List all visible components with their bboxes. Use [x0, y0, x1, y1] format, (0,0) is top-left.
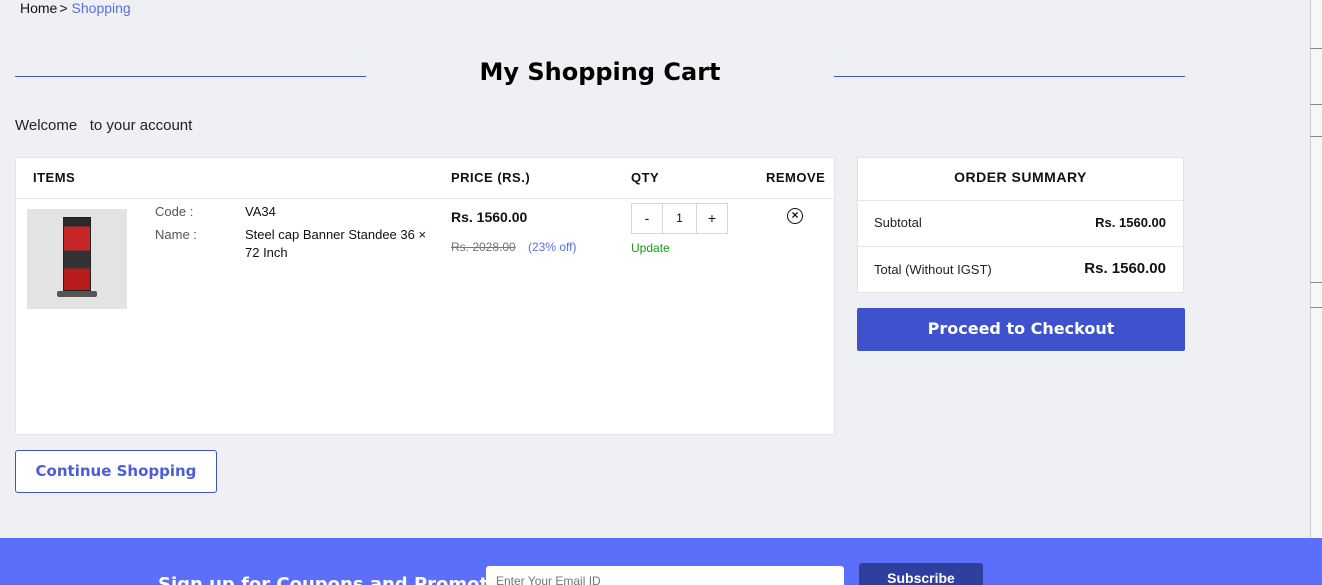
- qty-increment-button[interactable]: +: [697, 204, 727, 233]
- close-circle-icon[interactable]: ×: [787, 208, 803, 224]
- banner-standee-graphic: [63, 217, 91, 291]
- product-code: VA34: [245, 204, 276, 219]
- welcome-message: Welcome to your account: [15, 117, 193, 134]
- total-label: Total (Without IGST): [874, 262, 992, 277]
- subtotal-label: Subtotal: [874, 215, 922, 230]
- order-summary: ORDER SUMMARY Subtotal Rs. 1560.00 Total…: [857, 157, 1184, 293]
- breadcrumb-separator: >: [59, 0, 68, 16]
- total-value: Rs. 1560.00: [1084, 260, 1166, 277]
- breadcrumb-home[interactable]: Home: [20, 0, 57, 16]
- product-name[interactable]: Steel cap Banner Standee 36 × 72 Inch: [245, 226, 435, 262]
- page-title: My Shopping Cart: [479, 58, 721, 86]
- item-discount: (23% off): [528, 240, 577, 254]
- breadcrumb: Home > Shopping: [20, 0, 131, 16]
- title-divider-right: [834, 76, 1185, 77]
- subtotal-value: Rs. 1560.00: [1095, 215, 1166, 230]
- qty-value[interactable]: 1: [662, 204, 697, 233]
- column-header-price: PRICE (RS.): [451, 170, 531, 185]
- column-header-items: ITEMS: [33, 170, 76, 185]
- summary-total-row: Total (Without IGST) Rs. 1560.00: [858, 248, 1183, 294]
- newsletter-footer: Sign up for Coupons and Promotions! Subs…: [0, 538, 1322, 585]
- cart-table-header: ITEMS PRICE (RS.) QTY REMOVE: [16, 158, 834, 199]
- quantity-stepper: - 1 +: [631, 203, 728, 234]
- summary-subtotal-row: Subtotal Rs. 1560.00: [858, 201, 1183, 247]
- title-divider-left: [15, 76, 366, 77]
- newsletter-email-input[interactable]: [486, 566, 844, 585]
- continue-shopping-button[interactable]: Continue Shopping: [15, 450, 217, 493]
- subscribe-button[interactable]: Subscribe: [859, 563, 983, 585]
- cart-page: Home > Shopping My Shopping Cart Welcome t…: [0, 0, 1322, 585]
- standee-base-graphic: [57, 291, 97, 297]
- scrollbar[interactable]: [1310, 0, 1322, 540]
- code-label: Code :: [155, 204, 194, 219]
- column-header-remove: REMOVE: [766, 170, 826, 185]
- title-row: My Shopping Cart: [15, 58, 1185, 94]
- proceed-to-checkout-button[interactable]: Proceed to Checkout: [857, 308, 1185, 351]
- qty-decrement-button[interactable]: -: [632, 204, 662, 233]
- item-price: Rs. 1560.00: [451, 209, 528, 225]
- name-label: Name :: [155, 227, 197, 242]
- column-header-qty: QTY: [631, 170, 660, 185]
- item-original-price: Rs. 2028.00: [451, 240, 516, 254]
- update-link[interactable]: Update: [631, 241, 670, 255]
- product-image[interactable]: [27, 209, 127, 309]
- cart-panel: ITEMS PRICE (RS.) QTY REMOVE Code : VA34…: [15, 157, 835, 435]
- breadcrumb-current[interactable]: Shopping: [72, 0, 131, 16]
- order-summary-title: ORDER SUMMARY: [858, 158, 1183, 201]
- newsletter-signup-text: Sign up for Coupons and Promotions!: [158, 574, 539, 585]
